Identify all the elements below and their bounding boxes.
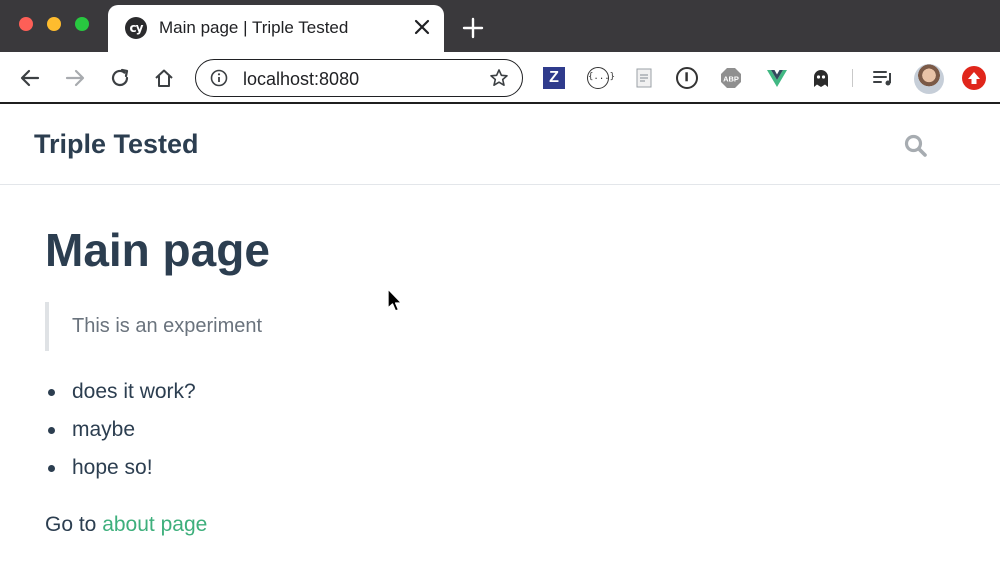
profile-avatar[interactable]: [914, 64, 944, 94]
back-arrow-icon[interactable]: [19, 67, 41, 89]
home-icon[interactable]: [153, 67, 175, 89]
goto-prefix: Go to: [45, 513, 103, 536]
bullet-dot-icon: [48, 389, 55, 396]
navigation-paragraph: Go to about page: [45, 513, 207, 537]
list-item: hope so!: [45, 450, 196, 488]
update-arrow-icon[interactable]: [962, 66, 986, 90]
forward-arrow-icon[interactable]: [64, 67, 86, 89]
search-icon[interactable]: [903, 133, 929, 159]
media-queue-icon[interactable]: [872, 67, 894, 89]
browser-tab-active[interactable]: cy Main page | Triple Tested: [108, 5, 444, 52]
window-close-button[interactable]: [19, 17, 33, 31]
address-bar[interactable]: localhost:8080: [195, 59, 523, 97]
bookmark-star-icon[interactable]: [489, 68, 509, 88]
svg-text:ABP: ABP: [723, 75, 739, 84]
site-info-icon[interactable]: [210, 69, 228, 87]
document-extension-icon[interactable]: [633, 67, 655, 89]
bullet-list: does it work? maybe hope so!: [45, 374, 196, 488]
site-title[interactable]: Triple Tested: [34, 129, 199, 160]
cypress-favicon-icon: cy: [125, 17, 147, 39]
toolbar-separator: [852, 69, 853, 87]
vue-devtools-icon[interactable]: [766, 67, 788, 89]
tab-title: Main page | Triple Tested: [159, 18, 349, 37]
json-formatter-icon[interactable]: {...}: [587, 67, 615, 89]
browser-toolbar: localhost:8080 Z {...} ABP: [0, 52, 1000, 104]
window-minimize-button[interactable]: [47, 17, 61, 31]
blockquote-text: This is an experiment: [72, 315, 263, 337]
close-tab-icon[interactable]: [412, 17, 432, 37]
window-zoom-button[interactable]: [75, 17, 89, 31]
zotero-icon[interactable]: Z: [543, 67, 565, 89]
url-text[interactable]: localhost:8080: [243, 69, 359, 90]
page-title: Main page: [45, 224, 270, 276]
about-page-link[interactable]: about page: [102, 513, 207, 536]
bullet-dot-icon: [48, 427, 55, 434]
password-manager-icon[interactable]: [676, 67, 698, 89]
site-navbar: Triple Tested: [0, 104, 1000, 185]
list-item: maybe: [45, 412, 196, 450]
reload-icon[interactable]: [109, 67, 131, 89]
browser-tab-bar: cy Main page | Triple Tested: [0, 0, 1000, 52]
abp-icon[interactable]: ABP: [720, 67, 742, 89]
ghostery-icon[interactable]: [810, 67, 832, 89]
mouse-pointer-icon: [387, 288, 403, 312]
list-item: does it work?: [45, 374, 196, 412]
bullet-dot-icon: [48, 465, 55, 472]
new-tab-icon[interactable]: [462, 17, 484, 39]
